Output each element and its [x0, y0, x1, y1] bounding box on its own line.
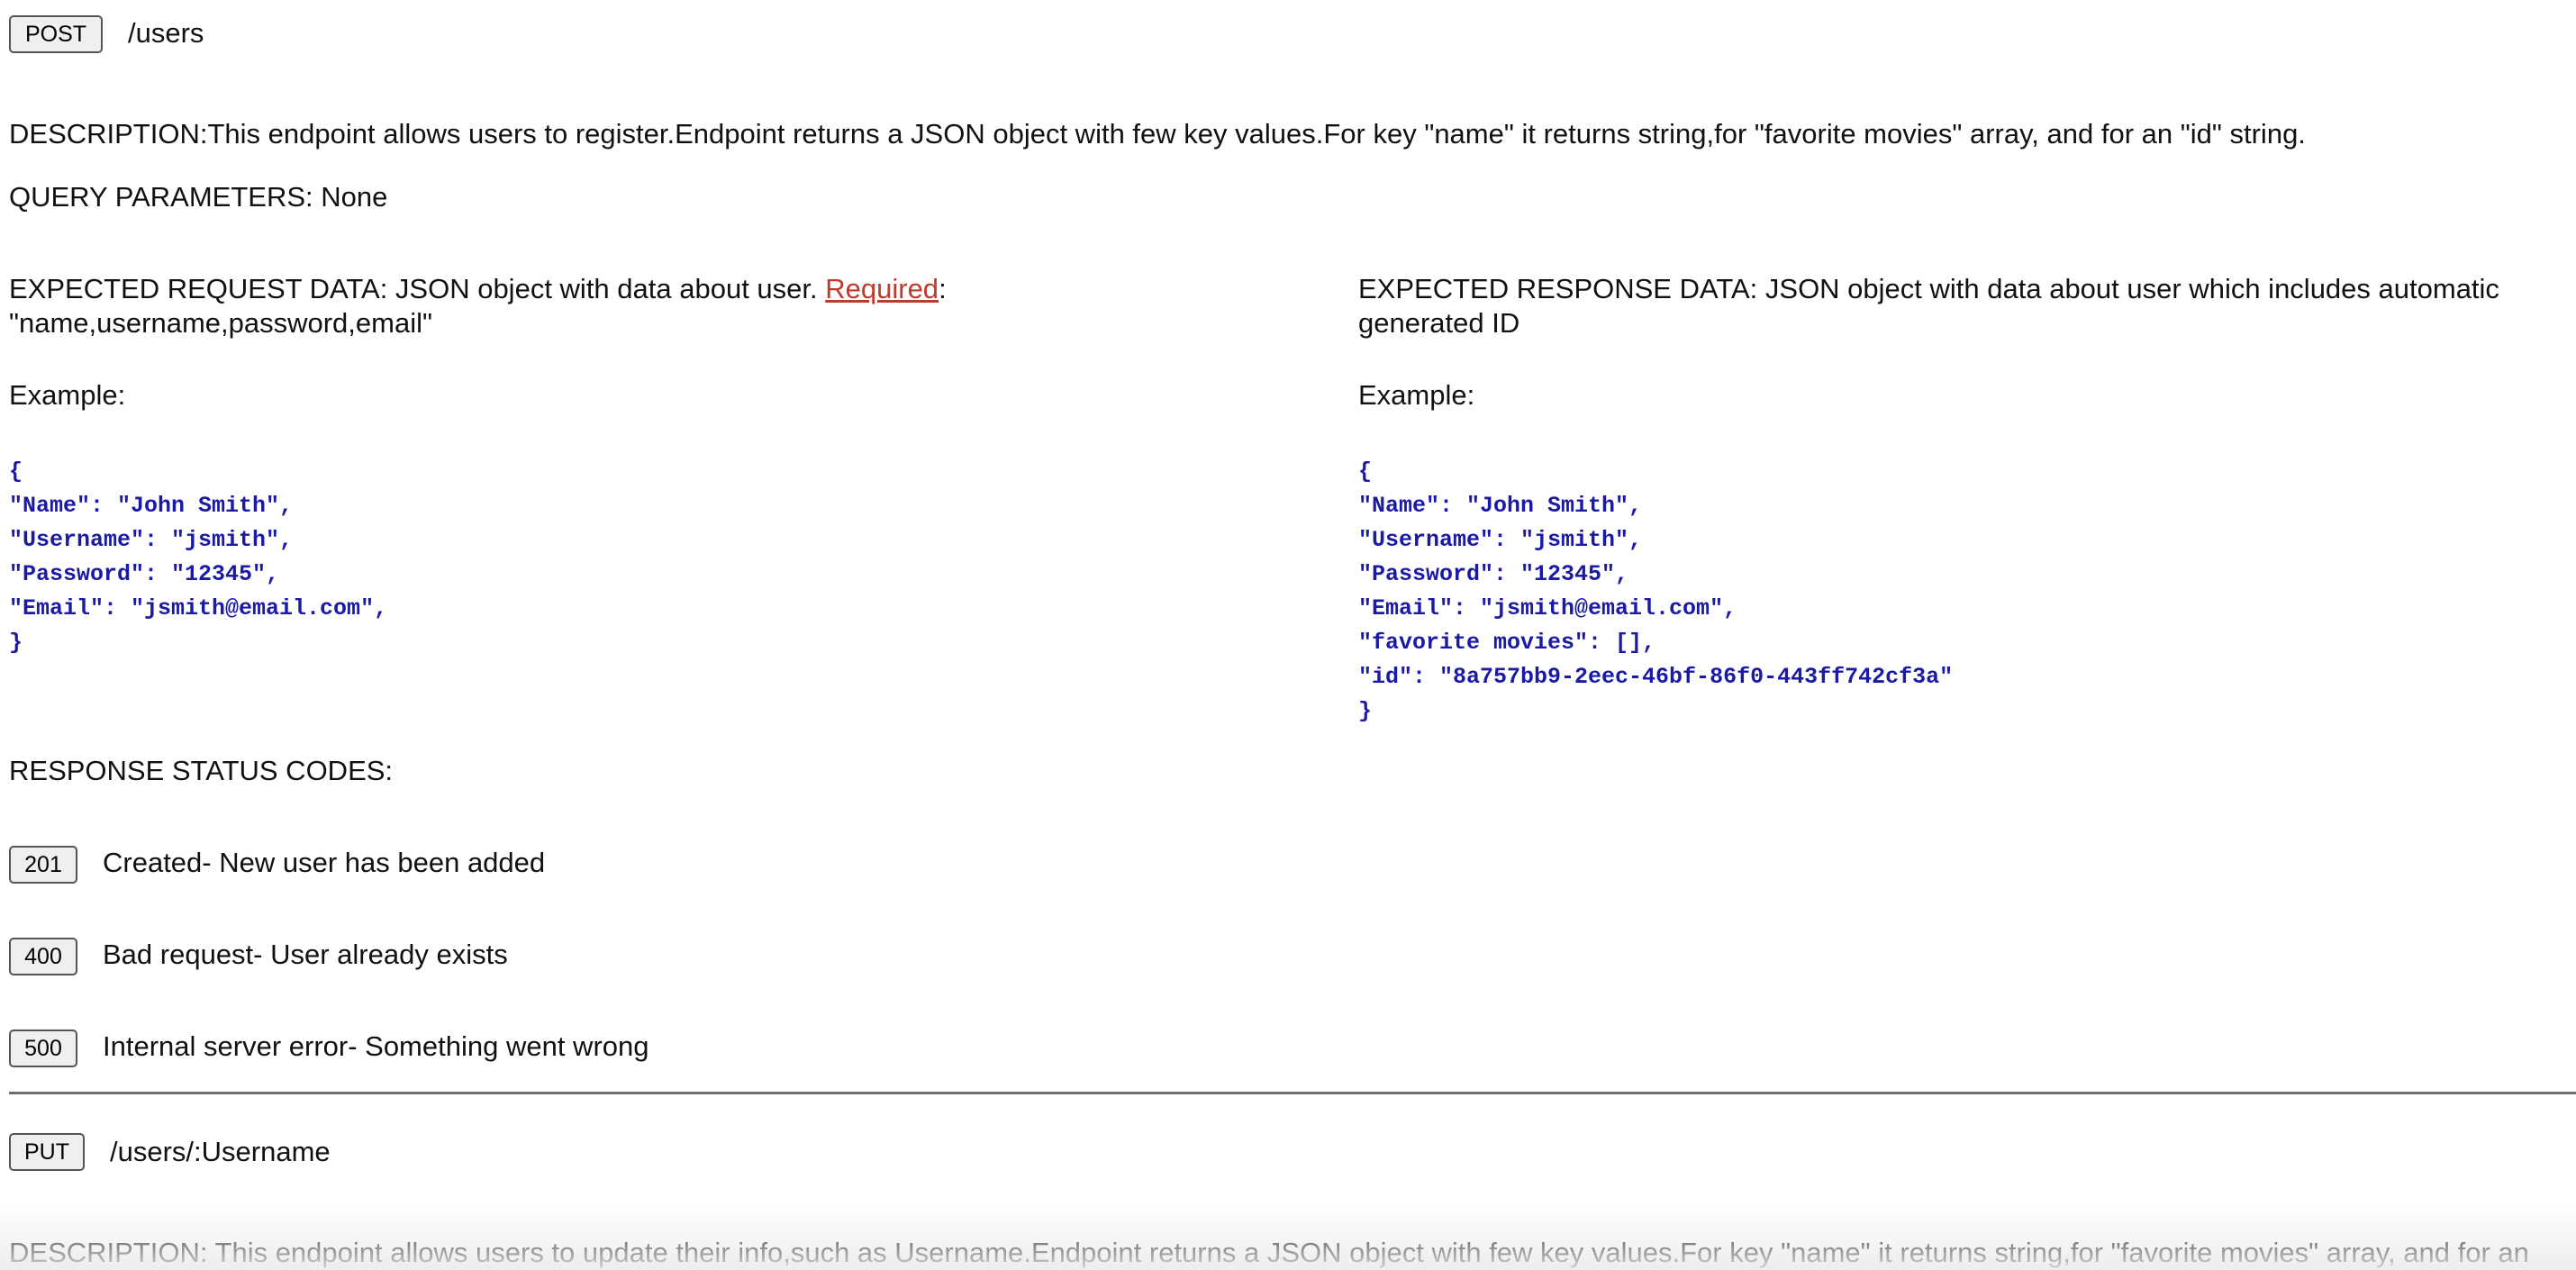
response-example-code: { "Name": "John Smith", "Username": "jsm… [1358, 458, 1954, 724]
post-endpoint-path: /users [128, 17, 204, 49]
response-data-description: EXPECTED RESPONSE DATA: JSON object with… [1358, 273, 2499, 339]
post-query-parameters: QUERY PARAMETERS: None [9, 181, 388, 213]
request-data-text: EXPECTED REQUEST DATA: JSON object with … [9, 273, 826, 304]
section-divider [9, 1092, 2576, 1094]
request-example-label: Example: [9, 379, 126, 411]
status-code-500-button[interactable]: 500 [9, 1030, 77, 1067]
request-data-description: EXPECTED REQUEST DATA: JSON object with … [9, 272, 1324, 340]
put-description: DESCRIPTION: This endpoint allows users … [9, 1237, 2529, 1268]
request-example-code: { "Name": "John Smith", "Username": "jsm… [9, 458, 388, 656]
required-link[interactable]: Required [825, 273, 939, 304]
status-code-400-text: Bad request- User already exists [103, 939, 508, 970]
post-description: DESCRIPTION:This endpoint allows users t… [9, 118, 2306, 150]
required-colon: : [939, 273, 947, 304]
status-codes-heading: RESPONSE STATUS CODES: [9, 755, 394, 786]
status-code-400-button[interactable]: 400 [9, 938, 77, 975]
post-method-button[interactable]: POST [9, 15, 103, 53]
status-code-201-text: Created- New user has been added [103, 847, 546, 878]
status-code-201-button[interactable]: 201 [9, 846, 77, 884]
status-code-500-text: Internal server error- Something went wr… [103, 1030, 649, 1062]
put-method-button[interactable]: PUT [9, 1133, 85, 1171]
api-docs-page: POST /users DESCRIPTION:This endpoint al… [0, 0, 2576, 1270]
response-example-label: Example: [1358, 379, 1475, 411]
put-endpoint-path: /users/:Username [110, 1136, 331, 1167]
required-fields: "name,username,password,email" [9, 307, 432, 339]
